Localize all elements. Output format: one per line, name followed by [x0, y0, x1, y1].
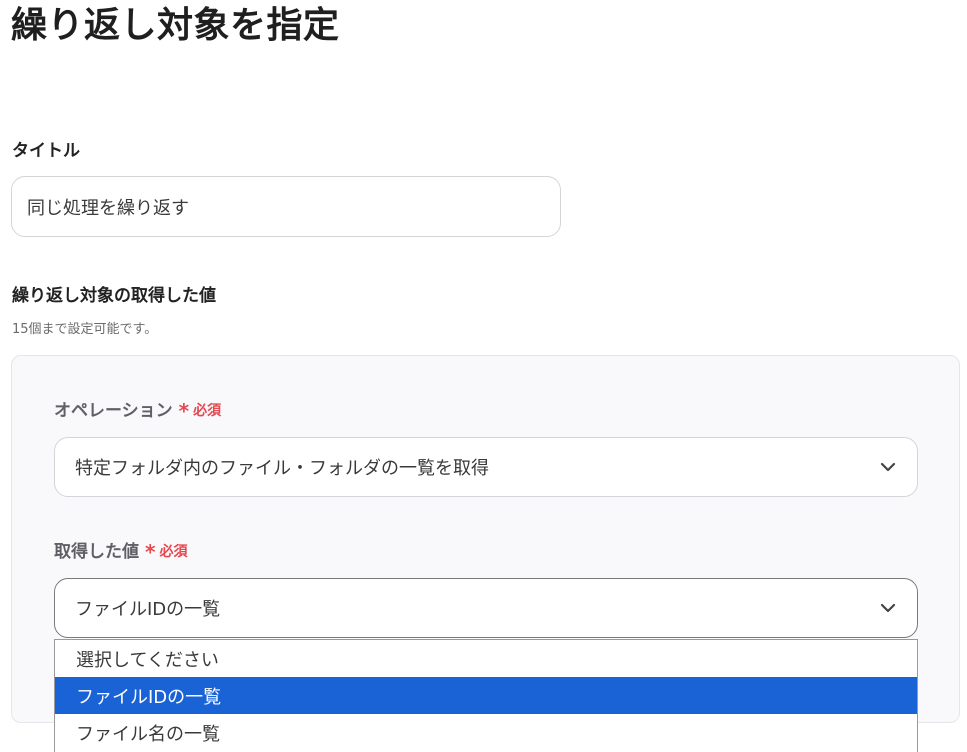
required-asterisk: * — [178, 399, 190, 423]
page-title: 繰り返し対象を指定 — [11, 5, 340, 46]
value-label: 取得した値 * 必須 — [54, 541, 187, 563]
value-select-value: ファイルIDの一覧 — [75, 599, 221, 620]
operation-label: オペレーション * 必須 — [54, 400, 221, 422]
dropdown-option[interactable]: ファイル名の一覧 — [55, 714, 917, 751]
value-select[interactable]: ファイルIDの一覧 — [54, 578, 918, 638]
dropdown-option[interactable]: 選択してください — [55, 640, 917, 677]
dropdown-option-selected[interactable]: ファイルIDの一覧 — [55, 677, 917, 714]
operation-select[interactable]: 特定フォルダ内のファイル・フォルダの一覧を取得 — [54, 437, 918, 497]
title-label: タイトル — [12, 141, 80, 161]
title-input-value: 同じ処理を繰り返す — [27, 197, 189, 219]
required-text: 必須 — [159, 544, 188, 560]
operation-select-value: 特定フォルダ内のファイル・フォルダの一覧を取得 — [75, 458, 489, 479]
value-label-text: 取得した値 — [54, 542, 139, 562]
operation-label-text: オペレーション — [54, 401, 173, 421]
chevron-down-icon — [880, 462, 896, 472]
value-dropdown-list: 選択してください ファイルIDの一覧 ファイル名の一覧 — [54, 639, 918, 752]
target-label: 繰り返し対象の取得した値 — [12, 286, 216, 306]
chevron-down-icon — [880, 603, 896, 613]
required-text: 必須 — [193, 403, 222, 419]
title-input[interactable]: 同じ処理を繰り返す — [11, 176, 561, 237]
target-hint: 15個まで設定可能です。 — [12, 322, 158, 337]
required-asterisk: * — [145, 540, 156, 564]
